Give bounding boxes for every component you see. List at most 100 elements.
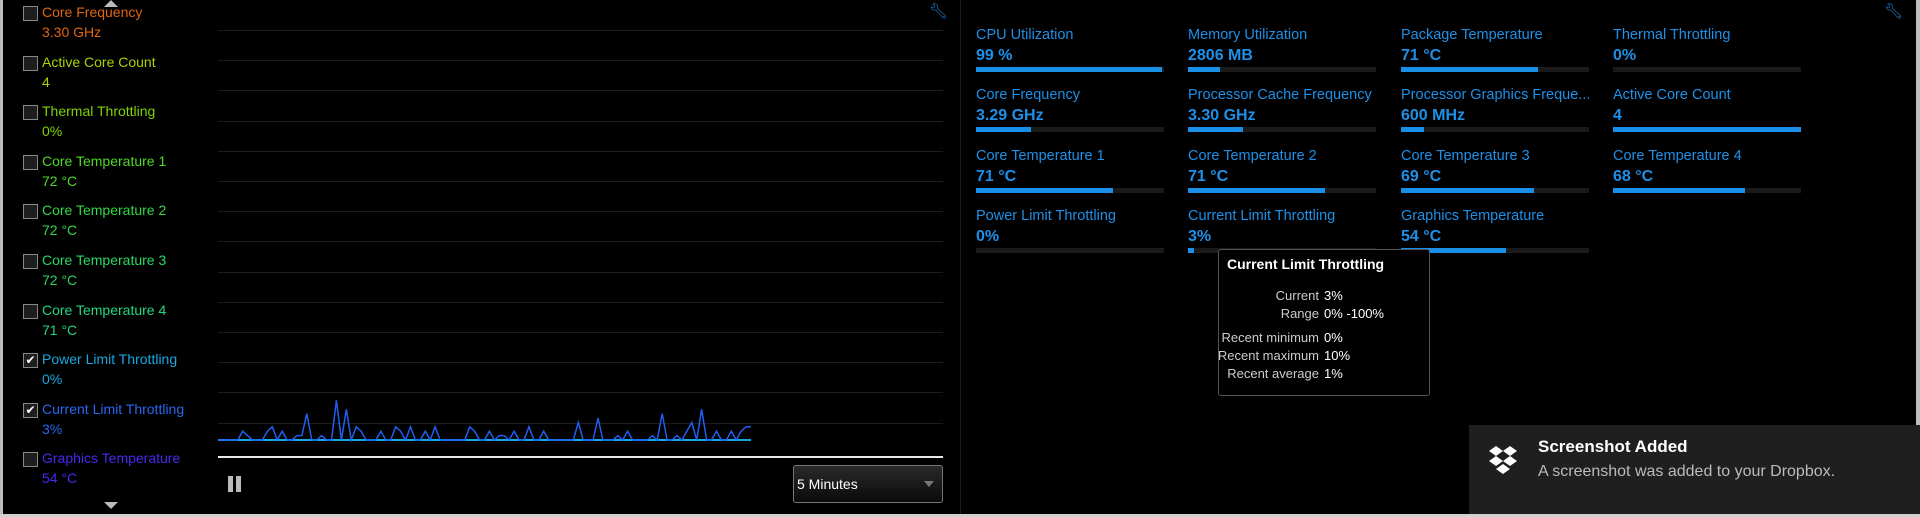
metric-tile[interactable]: Core Temperature 1 71 °C [976, 148, 1164, 193]
metric-bar-fill [976, 67, 1163, 72]
metric-value: 0% [42, 371, 63, 388]
metric-tile[interactable]: Thermal Throttling 0% [1613, 27, 1801, 72]
metric-tile-value: 4 [1613, 107, 1622, 124]
metric-tile-label: Thermal Throttling [1613, 27, 1731, 43]
checkbox[interactable] [23, 452, 38, 468]
metric-tile[interactable]: Core Frequency 3.29 GHz [976, 87, 1164, 132]
metric-bar [1613, 188, 1801, 193]
metric-tile-label: Core Temperature 3 [1401, 148, 1530, 164]
metric-bar-fill [1613, 127, 1801, 132]
metric-list-item[interactable]: Graphics Temperature 54 °C [23, 450, 213, 499]
metric-bar [1188, 188, 1376, 193]
metric-value: 0% [42, 123, 63, 140]
metric-tile-value: 71 °C [1401, 47, 1442, 64]
metric-bar [1613, 127, 1801, 132]
metric-list-item[interactable]: ✔ Current Limit Throttling 3% [23, 401, 213, 450]
time-range-dropdown[interactable]: 5 Minutes [793, 465, 943, 503]
metric-label: Core Frequency [42, 4, 143, 20]
metric-bar-fill [1188, 248, 1194, 253]
tooltip-key: Recent minimum [1221, 330, 1319, 345]
checkbox[interactable] [23, 55, 38, 71]
metric-tile[interactable]: Memory Utilization 2806 MB [1188, 27, 1376, 72]
metric-list-item[interactable]: Core Temperature 1 72 °C [23, 153, 213, 202]
metric-label: Graphics Temperature [42, 450, 181, 467]
wrench-icon[interactable]: 🔧︎ [1884, 2, 1903, 20]
metric-tile[interactable]: Processor Cache Frequency 3.30 GHz [1188, 87, 1376, 132]
metric-value: 71 °C [42, 321, 78, 338]
metric-list-item[interactable]: Core Temperature 4 71 °C [23, 302, 213, 351]
metric-tile[interactable]: Processor Graphics Freque... 600 MHz [1401, 87, 1589, 132]
pause-icon[interactable] [228, 476, 242, 492]
metric-value: 3.30 GHz [42, 24, 102, 40]
metric-label: Power Limit Throttling [42, 351, 178, 368]
scroll-down-arrow-icon[interactable] [104, 502, 118, 509]
metric-tile[interactable]: Power Limit Throttling 0% [976, 208, 1164, 253]
metric-tile-label: Graphics Temperature [1401, 208, 1545, 224]
metric-value: 3% [42, 420, 63, 437]
metric-bar-fill [1188, 188, 1326, 193]
metric-tile-value: 3% [1188, 228, 1212, 245]
checkbox[interactable] [23, 105, 38, 121]
tooltip-key: Recent maximum [1217, 348, 1319, 363]
metric-list-item[interactable]: Core Temperature 2 72 °C [23, 202, 213, 251]
wrench-icon[interactable]: 🔧︎ [929, 2, 948, 20]
metric-label: Current Limit Throttling [42, 400, 185, 417]
metric-bar-fill [1401, 188, 1535, 193]
toast-title: Screenshot Added [1538, 437, 1688, 456]
metric-tile[interactable]: Current Limit Throttling 3% [1188, 208, 1376, 253]
metric-label: Core Temperature 3 [42, 252, 167, 268]
metric-bar [1401, 127, 1589, 132]
metric-bar-fill [1188, 127, 1243, 132]
metric-tile[interactable]: Graphics Temperature 54 °C [1401, 208, 1589, 253]
metric-value: 54 °C [42, 470, 78, 487]
checkbox[interactable] [23, 254, 38, 269]
tooltip-value: 1% [1324, 366, 1343, 381]
metric-bar-fill [976, 188, 1114, 193]
metric-bar [976, 67, 1164, 72]
metric-list-item[interactable]: Active Core Count 4 [23, 54, 213, 103]
metric-tile[interactable]: Core Temperature 4 68 °C [1613, 148, 1801, 193]
metric-bar [976, 127, 1164, 132]
metric-tile[interactable]: Core Temperature 2 71 °C [1188, 148, 1376, 193]
metric-tile-label: Core Frequency [976, 87, 1080, 103]
metric-list-item[interactable]: Core Frequency 3.30 GHz [23, 4, 213, 53]
metric-list-item[interactable]: Thermal Throttling 0% [23, 103, 213, 152]
checkbox[interactable] [23, 303, 38, 319]
window-border [1916, 0, 1920, 425]
metric-tile[interactable]: Core Temperature 3 69 °C [1401, 148, 1589, 193]
tooltip-title: Current Limit Throttling [1227, 256, 1385, 272]
metric-tile[interactable]: Active Core Count 4 [1613, 87, 1801, 132]
checkbox[interactable] [23, 6, 38, 21]
dropbox-icon [1489, 446, 1517, 474]
metric-tile-value: 0% [1613, 47, 1637, 64]
metric-value: 72 °C [42, 172, 78, 189]
metric-label: Core Temperature 1 [42, 152, 167, 169]
chevron-down-icon [924, 481, 934, 487]
dropbox-notification[interactable]: Screenshot Added A screenshot was added … [1469, 425, 1920, 517]
metric-bar-fill [976, 127, 1031, 132]
metric-tile-value: 0% [976, 228, 1000, 245]
metric-tile-value: 3.29 GHz [976, 107, 1044, 124]
checkbox[interactable] [23, 154, 38, 170]
tooltip-row: Recent minimum 0% [1219, 330, 1431, 348]
checkbox[interactable] [23, 204, 38, 220]
window-border [0, 0, 3, 517]
metric-bar-fill [1613, 188, 1745, 193]
metric-list-item[interactable]: ✔ Power Limit Throttling 0% [23, 351, 213, 400]
metric-tile-label: Active Core Count [1613, 87, 1731, 103]
metric-tile[interactable]: CPU Utilization 99 % [976, 27, 1164, 72]
metric-bar [1613, 67, 1801, 72]
metric-tile-label: Processor Graphics Freque... [1401, 87, 1589, 103]
metric-tile-label: Package Temperature [1401, 27, 1543, 43]
tooltip-row: Recent average 1% [1219, 366, 1431, 384]
metric-tile-label: Core Temperature 2 [1188, 148, 1317, 164]
tooltip-row: Recent maximum 10% [1217, 348, 1431, 366]
tooltip-key: Recent average [1227, 366, 1319, 381]
metric-bar [1188, 127, 1376, 132]
checkbox[interactable]: ✔ [23, 402, 38, 418]
metric-list-item[interactable]: Core Temperature 3 72 °C [23, 252, 213, 301]
tooltip-row: Current 3% [1219, 288, 1431, 306]
metric-bar [976, 188, 1164, 193]
checkbox[interactable]: ✔ [23, 353, 38, 369]
metric-tile[interactable]: Package Temperature 71 °C [1401, 27, 1589, 72]
